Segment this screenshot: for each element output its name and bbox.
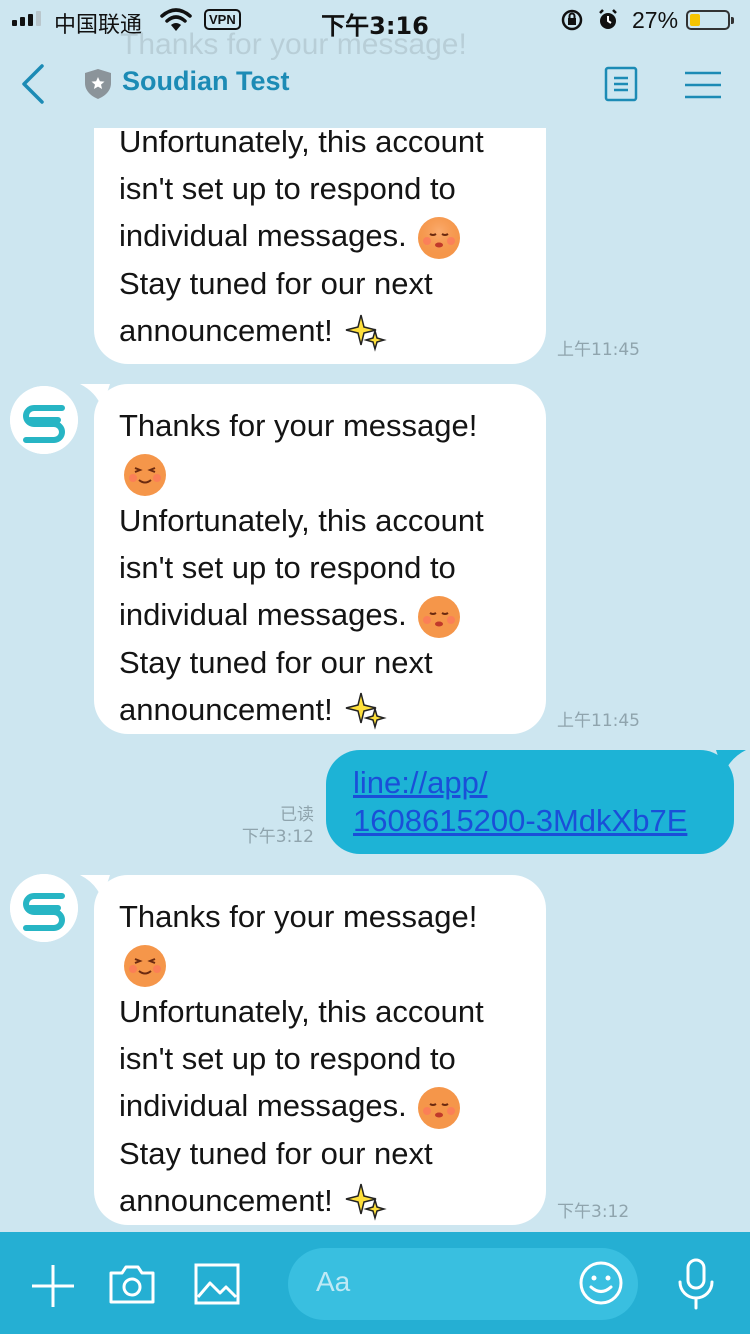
message-line: Stay tuned for our next: [119, 265, 433, 301]
camera-icon[interactable]: [108, 1263, 156, 1305]
smiling-face-emoji-icon: [124, 453, 166, 496]
message-time: 下午3:12: [557, 1202, 630, 1222]
message-line: Unfortunately, this account: [119, 128, 484, 159]
smiling-face-emoji-icon: [124, 944, 166, 987]
message-line: isn't set up to respond to: [119, 171, 456, 206]
menu-icon[interactable]: [684, 70, 722, 100]
message-time: 上午11:45: [557, 340, 640, 360]
image-icon[interactable]: [194, 1263, 240, 1305]
message-line: announcement!: [119, 312, 333, 348]
shield-icon: [85, 69, 111, 99]
message-bubble[interactable]: Thanks for your message! Unfortunately, …: [80, 384, 546, 734]
message-line: individual messages.: [119, 218, 407, 253]
message-line: Unfortunately, this account: [119, 993, 484, 1029]
message-line: Stay tuned for our next: [119, 644, 433, 680]
input-placeholder: Aa: [316, 1266, 351, 1297]
message-bubble[interactable]: Unfortunately, this account isn't set up…: [94, 128, 546, 364]
app-link[interactable]: line://app/: [353, 764, 734, 802]
notes-icon[interactable]: [604, 66, 638, 102]
message-bubble[interactable]: Thanks for your message! Unfortunately, …: [80, 875, 546, 1225]
battery-percent: 27%: [632, 7, 679, 33]
pouting-face-emoji-icon: [417, 216, 460, 259]
pouting-face-emoji-icon: [417, 595, 460, 638]
message-line: Thanks for your message!: [119, 408, 478, 443]
battery-icon: [686, 10, 734, 30]
emoji-icon[interactable]: [578, 1260, 624, 1306]
avatar[interactable]: [10, 386, 78, 454]
microphone-icon[interactable]: [676, 1258, 716, 1310]
outgoing-bubble[interactable]: line://app/ 1608615200-3MdkXb7E: [326, 750, 746, 854]
pouting-face-emoji-icon: [417, 1086, 460, 1129]
message-line: Stay tuned for our next: [119, 1135, 433, 1171]
message-time: 下午3:12: [241, 827, 314, 847]
message-line: isn't set up to respond to: [119, 549, 456, 585]
chat-title[interactable]: Soudian Test: [122, 66, 290, 97]
plus-icon[interactable]: [30, 1263, 76, 1309]
message-line: individual messages.: [119, 1087, 407, 1123]
message-time: 上午11:45: [557, 711, 640, 731]
message-line: isn't set up to respond to: [119, 1040, 456, 1076]
message-line: individual messages.: [119, 596, 407, 632]
read-status: 已读: [280, 805, 314, 825]
message-input[interactable]: Aa: [288, 1248, 638, 1320]
sparkles-emoji-icon: [345, 314, 387, 352]
app-link[interactable]: 1608615200-3MdkXb7E: [353, 802, 734, 840]
message-line: announcement!: [119, 691, 333, 727]
rotation-lock-alarm-icons: [561, 9, 617, 31]
back-icon[interactable]: [16, 62, 56, 106]
message-line: announcement!: [119, 1182, 333, 1218]
message-line: Unfortunately, this account: [119, 502, 484, 538]
read-receipt: 已读 下午3:12: [230, 804, 314, 848]
chat-header: Thanks for your message! Soudian Test: [0, 28, 750, 128]
preview-ghost-text: Thanks for your message!: [120, 28, 467, 61]
sparkles-emoji-icon: [345, 693, 387, 731]
message-line: Thanks for your message!: [119, 899, 478, 934]
sparkles-emoji-icon: [345, 1184, 387, 1222]
avatar[interactable]: [10, 874, 78, 942]
composer-bar: Aa: [0, 1232, 750, 1334]
chat-messages[interactable]: Unfortunately, this account isn't set up…: [0, 128, 750, 1232]
